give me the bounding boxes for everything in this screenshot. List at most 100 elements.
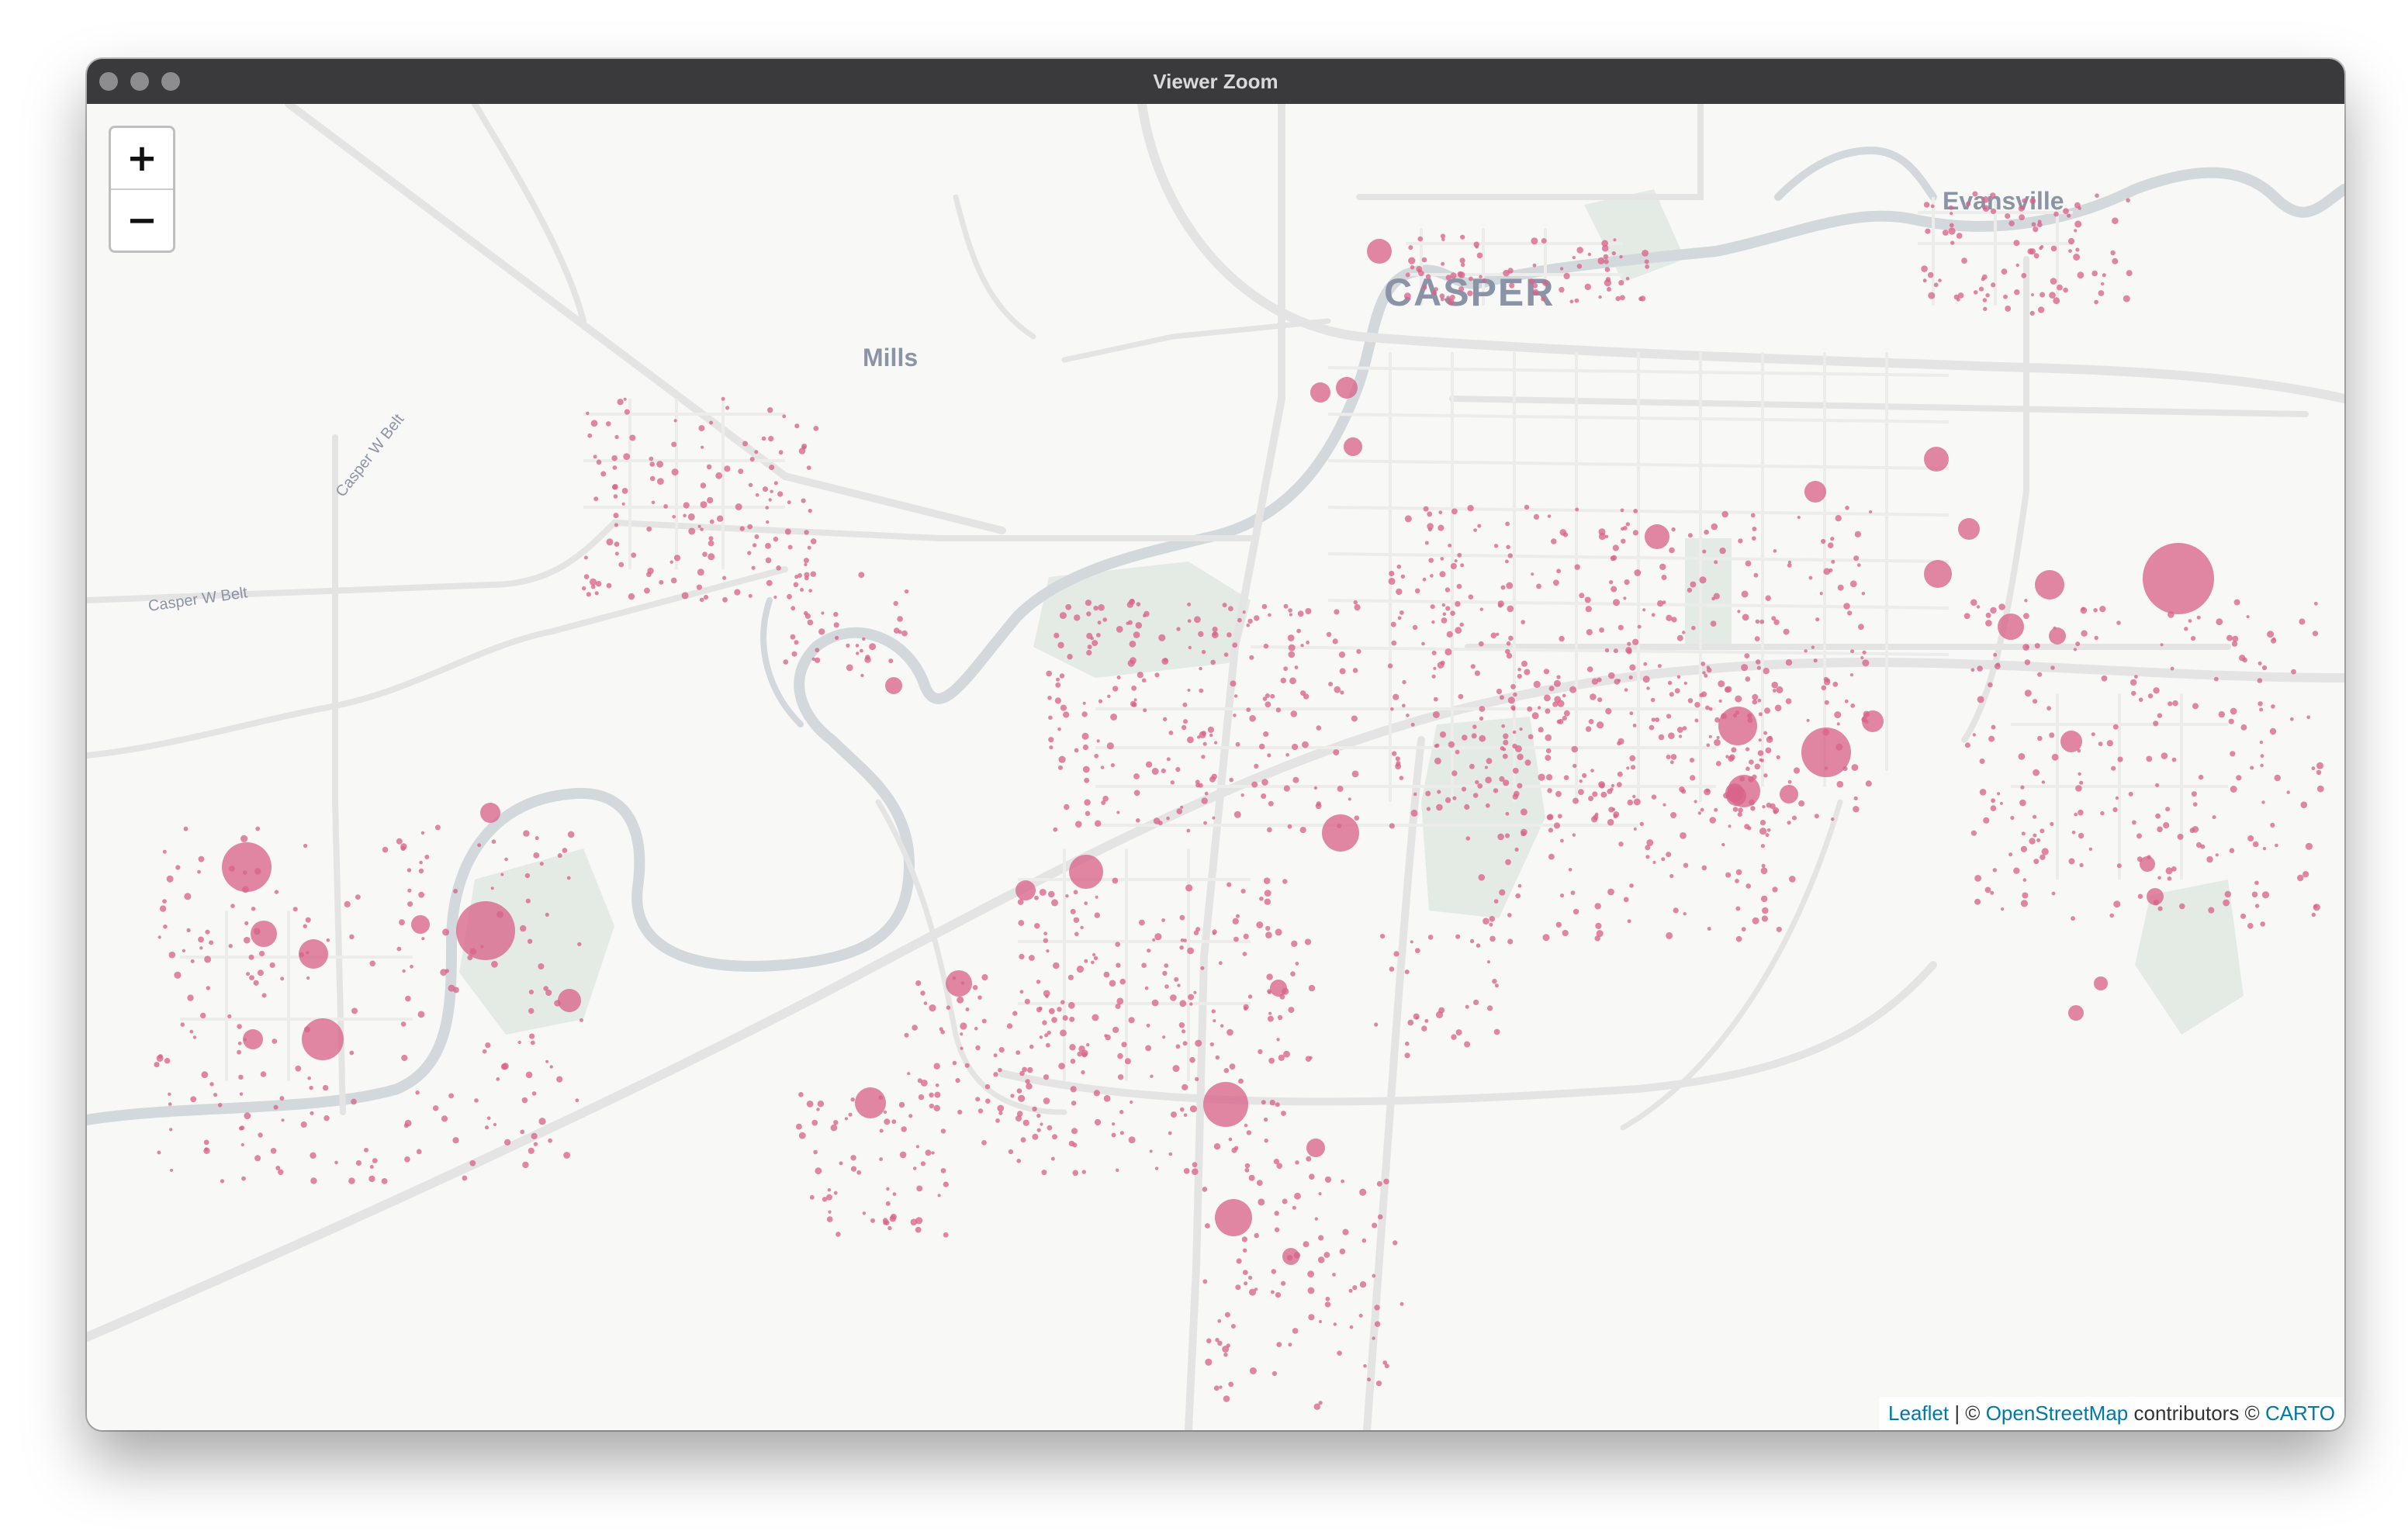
map-marker[interactable] — [1431, 620, 1435, 624]
map-marker[interactable] — [1375, 1381, 1382, 1387]
map-marker[interactable] — [915, 1226, 922, 1233]
map-marker[interactable] — [2098, 741, 2103, 746]
map-marker[interactable] — [1599, 783, 1605, 789]
map-marker[interactable] — [2024, 689, 2032, 697]
map-marker[interactable] — [1524, 504, 1530, 510]
map-marker[interactable] — [1844, 699, 1849, 703]
map-marker[interactable] — [2077, 271, 2085, 279]
map-marker[interactable] — [203, 1139, 209, 1146]
map-marker[interactable] — [1102, 617, 1107, 622]
map-marker[interactable] — [1141, 962, 1147, 968]
map-marker[interactable] — [1182, 1083, 1188, 1090]
map-marker[interactable] — [456, 901, 515, 960]
map-marker[interactable] — [405, 995, 411, 1002]
map-marker[interactable] — [1486, 758, 1493, 765]
map-marker[interactable] — [1151, 999, 1159, 1007]
map-marker[interactable] — [885, 677, 902, 694]
map-marker[interactable] — [396, 946, 402, 952]
map-marker[interactable] — [2168, 701, 2173, 707]
map-marker[interactable] — [1359, 1281, 1367, 1288]
map-marker[interactable] — [205, 929, 210, 935]
map-marker[interactable] — [2053, 211, 2059, 217]
map-marker[interactable] — [2230, 751, 2236, 757]
map-marker[interactable] — [1339, 1248, 1346, 1255]
map-marker[interactable] — [204, 956, 212, 963]
map-marker[interactable] — [1352, 668, 1358, 673]
map-marker[interactable] — [791, 651, 797, 657]
map-marker[interactable] — [1669, 873, 1674, 879]
map-marker[interactable] — [1670, 812, 1677, 818]
map-marker[interactable] — [1117, 1074, 1124, 1080]
map-marker[interactable] — [808, 508, 812, 513]
map-marker[interactable] — [2095, 193, 2099, 198]
map-marker[interactable] — [1594, 903, 1601, 910]
map-marker[interactable] — [168, 951, 176, 959]
map-marker[interactable] — [583, 574, 590, 579]
map-marker[interactable] — [1621, 538, 1626, 544]
map-marker[interactable] — [1611, 555, 1617, 561]
map-marker[interactable] — [940, 1128, 946, 1134]
map-marker[interactable] — [1289, 613, 1292, 617]
map-marker[interactable] — [170, 1168, 173, 1172]
map-marker[interactable] — [1112, 877, 1119, 884]
map-marker[interactable] — [1985, 620, 1992, 627]
map-marker[interactable] — [1627, 641, 1631, 646]
map-marker[interactable] — [1970, 599, 1977, 607]
map-marker[interactable] — [2155, 783, 2160, 788]
map-marker[interactable] — [1308, 1314, 1315, 1321]
map-marker[interactable] — [563, 1152, 570, 1159]
map-marker[interactable] — [1627, 799, 1634, 806]
map-marker[interactable] — [1059, 673, 1065, 679]
map-marker[interactable] — [538, 963, 545, 969]
map-marker[interactable] — [482, 1049, 487, 1054]
map-marker[interactable] — [168, 1102, 172, 1106]
map-marker[interactable] — [237, 1024, 242, 1029]
map-marker[interactable] — [433, 1105, 439, 1111]
map-marker[interactable] — [1022, 1119, 1029, 1126]
map-marker[interactable] — [351, 1098, 357, 1105]
map-marker[interactable] — [2230, 786, 2237, 793]
map-marker[interactable] — [1666, 614, 1673, 621]
map-marker[interactable] — [1285, 753, 1289, 757]
map-marker[interactable] — [1166, 757, 1171, 762]
map-marker[interactable] — [305, 917, 311, 923]
map-marker[interactable] — [1806, 718, 1810, 722]
map-marker[interactable] — [893, 627, 900, 634]
map-marker[interactable] — [222, 842, 272, 892]
map-marker[interactable] — [1401, 703, 1406, 708]
map-marker[interactable] — [2112, 724, 2119, 730]
map-marker[interactable] — [1496, 688, 1503, 695]
map-marker[interactable] — [1182, 1029, 1186, 1034]
map-marker[interactable] — [496, 1077, 500, 1081]
map-marker[interactable] — [2023, 613, 2029, 620]
map-marker[interactable] — [1325, 1296, 1330, 1301]
map-marker[interactable] — [1310, 382, 1330, 403]
map-marker[interactable] — [649, 461, 655, 467]
map-marker[interactable] — [1500, 746, 1505, 751]
map-marker[interactable] — [828, 1210, 832, 1214]
map-marker[interactable] — [1521, 660, 1527, 667]
map-marker[interactable] — [1697, 811, 1702, 815]
map-marker[interactable] — [404, 1156, 410, 1163]
map-marker[interactable] — [1639, 295, 1646, 302]
map-marker[interactable] — [1928, 292, 1936, 299]
map-marker[interactable] — [557, 853, 562, 859]
map-marker[interactable] — [1462, 734, 1468, 741]
map-marker[interactable] — [227, 1014, 232, 1018]
map-marker[interactable] — [1265, 693, 1270, 698]
map-marker[interactable] — [846, 643, 850, 648]
map-marker[interactable] — [1294, 1192, 1301, 1200]
map-marker[interactable] — [295, 1065, 302, 1072]
map-marker[interactable] — [1590, 693, 1597, 700]
map-marker[interactable] — [1625, 522, 1630, 527]
map-marker[interactable] — [1276, 1342, 1282, 1347]
map-marker[interactable] — [1012, 1011, 1018, 1016]
map-marker[interactable] — [897, 616, 903, 622]
map-marker[interactable] — [1623, 596, 1627, 600]
map-marker[interactable] — [806, 1101, 814, 1108]
map-marker[interactable] — [1060, 704, 1067, 711]
map-marker[interactable] — [1202, 1279, 1208, 1284]
map-marker[interactable] — [1034, 895, 1039, 900]
map-marker[interactable] — [1451, 1034, 1457, 1040]
map-marker[interactable] — [1164, 963, 1169, 968]
